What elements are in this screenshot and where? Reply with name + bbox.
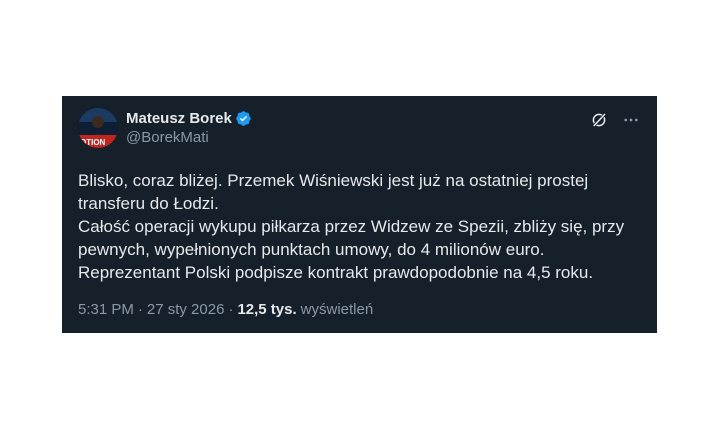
meta-separator-2: · bbox=[228, 301, 234, 318]
tweet-header: OTION Mateusz Borek @BorekMati bbox=[78, 108, 641, 152]
author-name[interactable]: Mateusz Borek bbox=[126, 109, 232, 128]
more-icon[interactable] bbox=[621, 110, 641, 130]
tweet-card: OTION Mateusz Borek @BorekMati Blisko, c… bbox=[62, 96, 657, 333]
meta-separator: · bbox=[137, 301, 143, 318]
header-actions bbox=[589, 108, 641, 130]
author-handle[interactable]: @BorekMati bbox=[126, 128, 252, 147]
tweet-date[interactable]: 27 sty 2026 bbox=[147, 301, 225, 318]
tweet-text: Blisko, coraz bliżej. Przemek Wiśniewski… bbox=[78, 171, 625, 282]
views-count[interactable]: 12,5 tys. bbox=[237, 301, 296, 318]
avatar-image: OTION bbox=[78, 108, 118, 148]
tweet-meta: 5:31 PM · 27 sty 2026 · 12,5 tys. wyświe… bbox=[78, 301, 641, 318]
grok-icon[interactable] bbox=[589, 110, 609, 130]
verified-badge-icon bbox=[235, 110, 252, 127]
name-row: Mateusz Borek bbox=[126, 109, 252, 128]
avatar[interactable]: OTION bbox=[78, 108, 118, 148]
author-block: Mateusz Borek @BorekMati bbox=[126, 108, 252, 147]
avatar-text: OTION bbox=[80, 138, 106, 147]
tweet-time[interactable]: 5:31 PM bbox=[78, 301, 134, 318]
views-label[interactable]: wyświetleń bbox=[301, 301, 374, 318]
